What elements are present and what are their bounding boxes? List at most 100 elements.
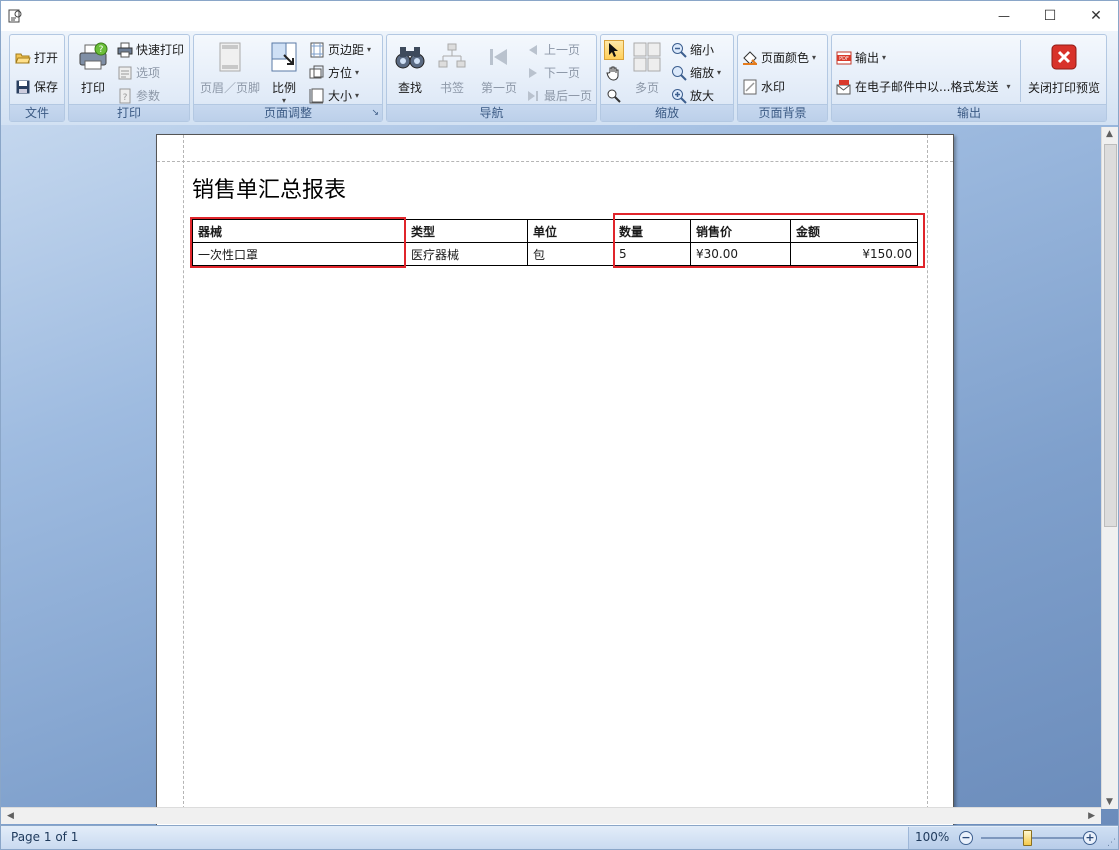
minimize-button[interactable]: — — [981, 1, 1027, 31]
open-label: 打开 — [34, 51, 59, 65]
margins-button[interactable]: 页边距 ▾ — [309, 41, 371, 58]
horizontal-scrollbar[interactable]: ◀ ▶ — [1, 807, 1101, 824]
page-background-group-label: 页面背景 — [738, 104, 827, 121]
pdf-icon: PDF — [836, 51, 852, 64]
options-button[interactable]: 选项 — [117, 64, 160, 81]
parameters-button[interactable]: ? 参数 — [117, 87, 160, 104]
maximize-button[interactable]: ☐ — [1027, 1, 1073, 31]
magnifier-tool-button[interactable] — [606, 88, 625, 104]
column-header: 单位 — [527, 219, 614, 243]
first-page-button[interactable]: 第一页 — [477, 41, 521, 96]
margins-label: 页边距 — [328, 43, 365, 57]
print-label: 打印 — [80, 81, 105, 95]
quick-print-icon — [117, 42, 133, 57]
export-divider — [1020, 40, 1021, 102]
report-page: 销售单汇总报表 器械 类型 单位 数量 销售价 金额 一次性口罩 医疗器械 包 … — [156, 134, 954, 834]
app-icon — [8, 9, 22, 23]
page-setup-label-text: 页面调整 — [263, 106, 312, 120]
options-label: 选项 — [136, 66, 161, 80]
scroll-left-icon[interactable]: ◀ — [7, 811, 14, 821]
svg-text:?: ? — [99, 45, 104, 55]
vertical-scrollbar[interactable]: ▲ ▼ — [1101, 127, 1118, 809]
scroll-up-icon[interactable]: ▲ — [1106, 129, 1113, 139]
chevron-down-icon: ▾ — [812, 53, 817, 62]
navigation-group: 查找 书签 第一页 上一页 下一页 最后一页 导航 — [386, 34, 597, 122]
bookmark-label: 书签 — [439, 81, 464, 95]
zoom-icon — [672, 65, 687, 81]
chevron-down-icon: ▾ — [355, 91, 360, 100]
prev-page-button[interactable]: 上一页 — [525, 41, 580, 58]
bookmark-button[interactable]: 书签 — [433, 41, 471, 96]
next-page-label: 下一页 — [544, 66, 581, 80]
close-preview-button[interactable]: 关闭打印预览 — [1023, 41, 1105, 96]
open-button[interactable]: 打开 — [15, 49, 58, 66]
next-page-icon — [529, 67, 537, 78]
prev-page-label: 上一页 — [544, 43, 581, 57]
margin-guide-right — [927, 135, 928, 834]
magnifier-icon — [607, 89, 621, 103]
zoom-control: 100% − + ⋰ — [908, 827, 1118, 849]
pointer-tool-button[interactable] — [604, 40, 624, 60]
hand-tool-button[interactable] — [606, 65, 625, 81]
orientation-label: 方位 — [328, 66, 353, 80]
size-button[interactable]: 大小 ▾ — [309, 87, 359, 104]
scale-button[interactable]: 比例 ▾ — [266, 41, 302, 105]
margin-guide-top — [157, 161, 953, 162]
zoom-out-button[interactable]: 缩小 — [671, 41, 714, 58]
zoom-button[interactable]: 缩放 ▾ — [671, 64, 721, 81]
vertical-scroll-thumb[interactable] — [1104, 144, 1117, 527]
file-group: 打开 保存 文件 — [9, 34, 65, 122]
orientation-button[interactable]: 方位 ▾ — [309, 64, 359, 81]
zoom-level[interactable]: 100% — [915, 830, 949, 844]
save-label: 保存 — [34, 80, 59, 94]
scroll-down-icon[interactable]: ▼ — [1106, 797, 1113, 807]
watermark-label: 水印 — [761, 80, 786, 94]
zoom-in-button[interactable]: 放大 — [671, 87, 714, 104]
table-cell: 医疗器械 — [405, 242, 528, 266]
close-window-button[interactable]: ✕ — [1073, 1, 1119, 31]
watermark-icon — [743, 79, 757, 94]
scroll-right-icon[interactable]: ▶ — [1088, 811, 1095, 821]
resize-grip-icon[interactable]: ⋰ — [1107, 838, 1116, 848]
multi-page-icon — [633, 42, 661, 72]
page-setup-group: 页眉／页脚 比例 ▾ 页边距 ▾ 方位 ▾ 大小 ▾ 页面调整 ↘ — [193, 34, 383, 122]
first-page-icon — [490, 49, 507, 65]
multi-page-label: 多页 — [634, 81, 659, 95]
header-footer-button[interactable]: 页眉／页脚 — [197, 41, 263, 96]
zoom-out-status-button[interactable]: − — [959, 831, 973, 845]
chevron-down-icon: ▾ — [717, 68, 722, 77]
last-page-button[interactable]: 最后一页 — [525, 87, 592, 104]
email-pdf-icon — [836, 79, 851, 94]
printer-icon: ? — [79, 42, 108, 70]
find-button[interactable]: 查找 — [391, 41, 429, 96]
binoculars-icon — [395, 47, 425, 69]
file-group-label: 文件 — [10, 104, 64, 121]
chevron-down-icon: ▾ — [355, 68, 360, 77]
watermark-button[interactable]: 水印 — [742, 78, 785, 95]
chevron-down-icon: ▾ — [882, 53, 887, 62]
save-button[interactable]: 保存 — [15, 78, 58, 95]
export-button[interactable]: PDF 输出 ▾ — [836, 49, 886, 66]
quick-print-button[interactable]: 快速打印 — [117, 41, 184, 58]
preview-workspace: 销售单汇总报表 器械 类型 单位 数量 销售价 金额 一次性口罩 医疗器械 包 … — [0, 125, 1119, 834]
minimize-icon: — — [998, 9, 1010, 23]
email-send-button[interactable]: 在电子邮件中以...格式发送 ▾ — [836, 78, 1010, 95]
page-setup-group-label: 页面调整 ↘ — [194, 104, 382, 121]
zoom-slider-track[interactable] — [981, 837, 1087, 839]
page-background-group: 页面颜色 ▾ 水印 页面背景 — [737, 34, 828, 122]
margin-guide-left — [183, 135, 184, 834]
quick-print-label: 快速打印 — [136, 43, 185, 57]
scale-label: 比例 — [271, 81, 296, 95]
margins-icon — [310, 42, 324, 57]
zoom-in-status-button[interactable]: + — [1083, 831, 1097, 845]
zoom-slider-thumb[interactable] — [1023, 830, 1032, 846]
dialog-launcher-icon[interactable]: ↘ — [371, 105, 379, 121]
scale-icon — [271, 42, 297, 72]
next-page-button[interactable]: 下一页 — [525, 64, 580, 81]
page-color-button[interactable]: 页面颜色 ▾ — [742, 49, 816, 66]
zoom-group-label: 缩放 — [601, 104, 733, 121]
maximize-icon: ☐ — [1043, 8, 1057, 24]
report-title: 销售单汇总报表 — [192, 178, 347, 203]
multi-page-button[interactable]: 多页 — [629, 41, 665, 96]
print-button[interactable]: ? 打印 — [73, 41, 113, 96]
